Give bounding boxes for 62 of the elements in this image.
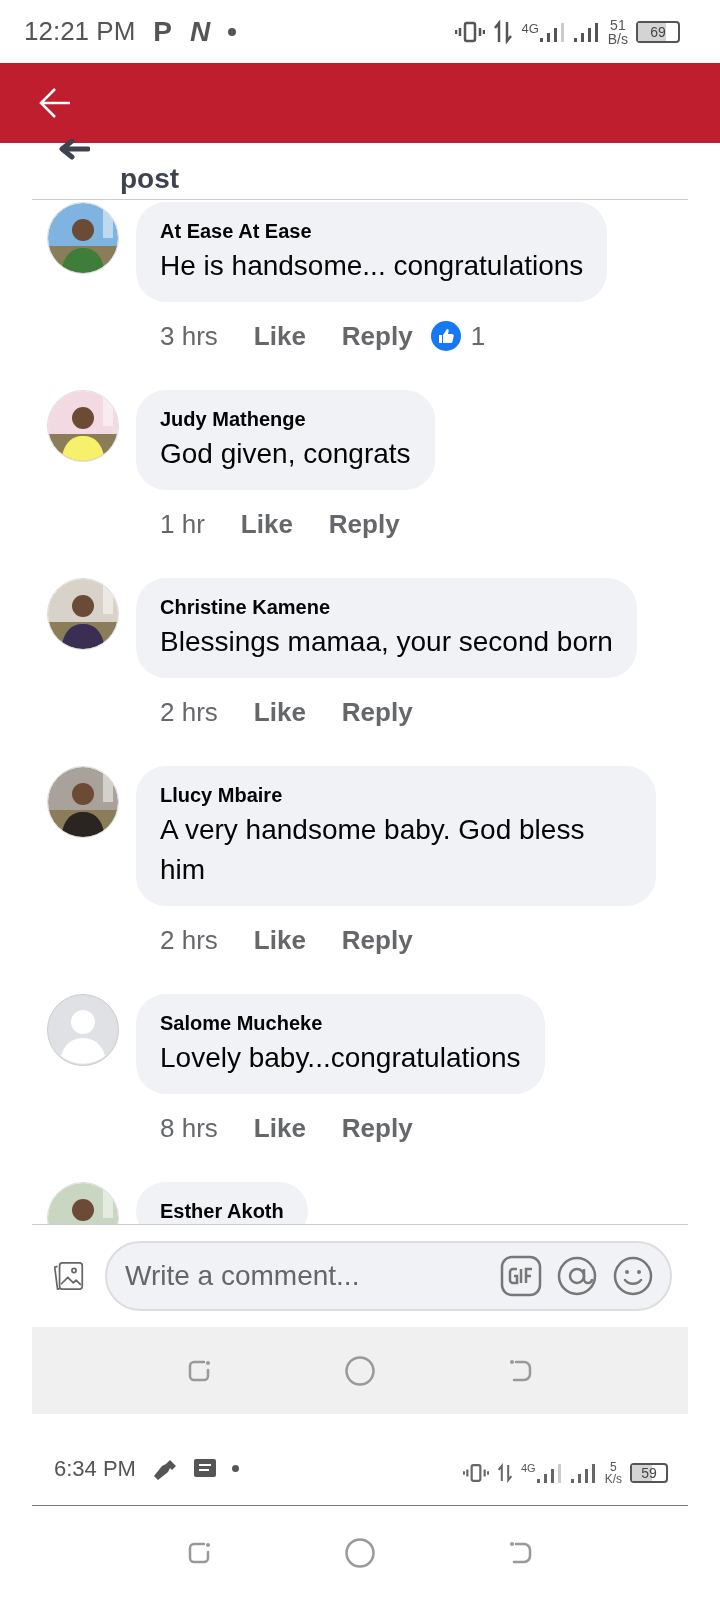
signal-icon xyxy=(539,21,566,42)
speed-unit: B/s xyxy=(607,31,628,46)
reply-link[interactable]: Reply xyxy=(328,504,400,544)
comment-time: 2 hrs xyxy=(160,695,218,729)
vibrate-icon xyxy=(455,20,486,43)
brush-icon xyxy=(151,1457,178,1480)
comment-text: A very handsome baby. God bless him xyxy=(160,813,586,887)
signal-icon xyxy=(536,1463,563,1483)
app-mark: N xyxy=(190,14,211,49)
home-icon xyxy=(344,1354,376,1387)
comment-text: Lovely baby...congratulations xyxy=(160,1041,521,1075)
comment-time: 2 hrs xyxy=(160,923,218,957)
comment-time: 8 hrs xyxy=(160,1111,218,1145)
emoji-icon[interactable] xyxy=(612,1255,654,1297)
comment-time: 1 hr xyxy=(160,507,205,541)
comment-author[interactable]: At Ease At Ease xyxy=(160,218,584,244)
speed-value: 51 xyxy=(610,17,626,32)
data-transfer-icon xyxy=(493,19,514,44)
comment-text: God given, congrats xyxy=(160,437,411,471)
comment-field[interactable]: Write a comment... xyxy=(105,1241,672,1311)
reply-link[interactable]: Reply xyxy=(341,920,413,960)
vibrate-icon xyxy=(462,1462,489,1484)
comment-text: Blessings mamaa, your second born xyxy=(160,625,613,659)
comment-author[interactable]: Judy Mathenge xyxy=(160,406,411,432)
battery-percent: 59 xyxy=(641,1466,657,1480)
like-link[interactable]: Like xyxy=(253,316,306,356)
comment-author[interactable]: Esther Akoth xyxy=(160,1198,284,1224)
app-mark: P xyxy=(153,14,172,49)
like-link[interactable]: Like xyxy=(253,692,306,732)
like-link[interactable]: Like xyxy=(240,504,293,544)
signal-icon xyxy=(573,21,600,42)
like-link[interactable]: Like xyxy=(253,920,306,960)
message-icon xyxy=(193,1458,216,1479)
reply-link[interactable]: Reply xyxy=(341,692,413,732)
gif-icon[interactable] xyxy=(500,1255,542,1297)
reply-link[interactable]: Reply xyxy=(341,1108,413,1148)
mention-icon[interactable] xyxy=(556,1255,598,1297)
home-icon xyxy=(344,1537,376,1569)
status-time: 12:21 PM xyxy=(24,15,136,48)
thumbs-up-icon xyxy=(430,321,461,351)
speed-value: 5 xyxy=(610,1461,617,1473)
status-time: 6:34 PM xyxy=(54,1455,136,1483)
dot-icon xyxy=(228,27,237,36)
speed-unit: K/s xyxy=(604,1473,622,1485)
like-link[interactable]: Like xyxy=(253,1108,306,1148)
avatar-icon xyxy=(47,994,119,1066)
network-type: 4G xyxy=(521,21,539,35)
signal-icon xyxy=(570,1463,597,1483)
post-title: post xyxy=(120,165,180,193)
comment-author[interactable]: Christine Kamene xyxy=(160,594,613,620)
reply-link[interactable]: Reply xyxy=(341,316,413,356)
back-arrow-icon[interactable] xyxy=(38,86,72,120)
data-transfer-icon xyxy=(496,1461,513,1485)
comment-time: 3 hrs xyxy=(160,319,218,353)
dot-icon xyxy=(231,1465,239,1472)
reaction-count: 1 xyxy=(470,319,486,353)
comment-author[interactable]: Llucy Mbaire xyxy=(160,782,632,808)
comment-text: He is handsome... congratulations xyxy=(160,249,584,283)
comment-author[interactable]: Salome Mucheke xyxy=(160,1010,521,1036)
comment-input[interactable]: Write a comment... xyxy=(125,1255,486,1297)
battery-percent: 69 xyxy=(650,24,666,39)
network-type: 4G xyxy=(520,1463,536,1474)
